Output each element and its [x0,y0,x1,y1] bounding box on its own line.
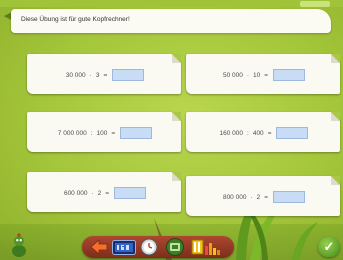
exercise-expression: 600 000 · 2 = [27,187,181,199]
operand-right: 2 [256,193,261,201]
bottom-toolbar [82,236,234,258]
answer-input[interactable] [273,191,306,203]
exercise-screen: ◀ Diese Übung ist für gute Kopfrechner! … [0,0,343,260]
hints-icon[interactable] [164,238,186,256]
operand-left: 7 000 000 [57,129,87,137]
exercise-expression: 160 000:400 = [186,127,340,139]
operator: : [90,129,93,137]
instruction-banner: Diese Übung ist für gute Kopfrechner! [11,9,331,33]
operand-left: 600 000 [63,189,88,197]
equals-sign: = [267,129,272,137]
calculator-icon[interactable] [112,238,136,256]
exercise-card-2: 50 000 · 10 = [186,54,340,94]
answer-input[interactable] [273,69,306,81]
operand-left: 160 000 [219,129,244,137]
answer-input[interactable] [120,127,153,139]
exercise-card-5: 600 000 · 2 = [27,172,181,212]
statistics-icon[interactable] [190,238,224,256]
exercise-card-3: 7 000 000:100 = [27,112,181,152]
exercise-expression: 30 000 · 3 = [27,69,181,81]
operand-right: 3 [95,71,100,79]
exercise-expression: 50 000 · 10 = [186,69,340,81]
equals-sign: = [111,129,116,137]
answer-input[interactable] [114,187,147,199]
equals-sign: = [103,71,108,79]
operand-left: 50 000 [222,71,243,79]
operator: · [89,71,92,79]
back-arrow-icon[interactable] [88,238,110,256]
exercise-card-1: 30 000 · 3 = [27,54,181,94]
answer-input[interactable] [276,127,309,139]
checkmark-icon[interactable]: ✓ [318,237,340,257]
equals-sign: = [264,71,269,79]
clock-icon[interactable] [139,238,159,256]
equals-sign: = [264,193,269,201]
operator: : [247,129,249,137]
operand-right: 400 [252,129,264,137]
exercise-card-6: 800 000 · 2 = [186,176,340,216]
mascot-figure [12,233,26,257]
exercise-card-4: 160 000:400 = [186,112,340,152]
instruction-text: Diese Übung ist für gute Kopfrechner! [21,16,130,23]
equals-sign: = [105,189,110,197]
exercise-expression: 800 000 · 2 = [186,191,340,203]
operator: · [250,193,253,201]
answer-input[interactable] [112,69,145,81]
operand-right: 10 [253,71,261,79]
operand-right: 2 [97,189,102,197]
exercise-expression: 7 000 000:100 = [27,127,181,139]
operator: · [246,71,250,79]
operand-left: 30 000 [65,71,86,79]
operand-right: 100 [96,129,108,137]
operand-left: 800 000 [222,193,247,201]
operator: · [91,189,94,197]
